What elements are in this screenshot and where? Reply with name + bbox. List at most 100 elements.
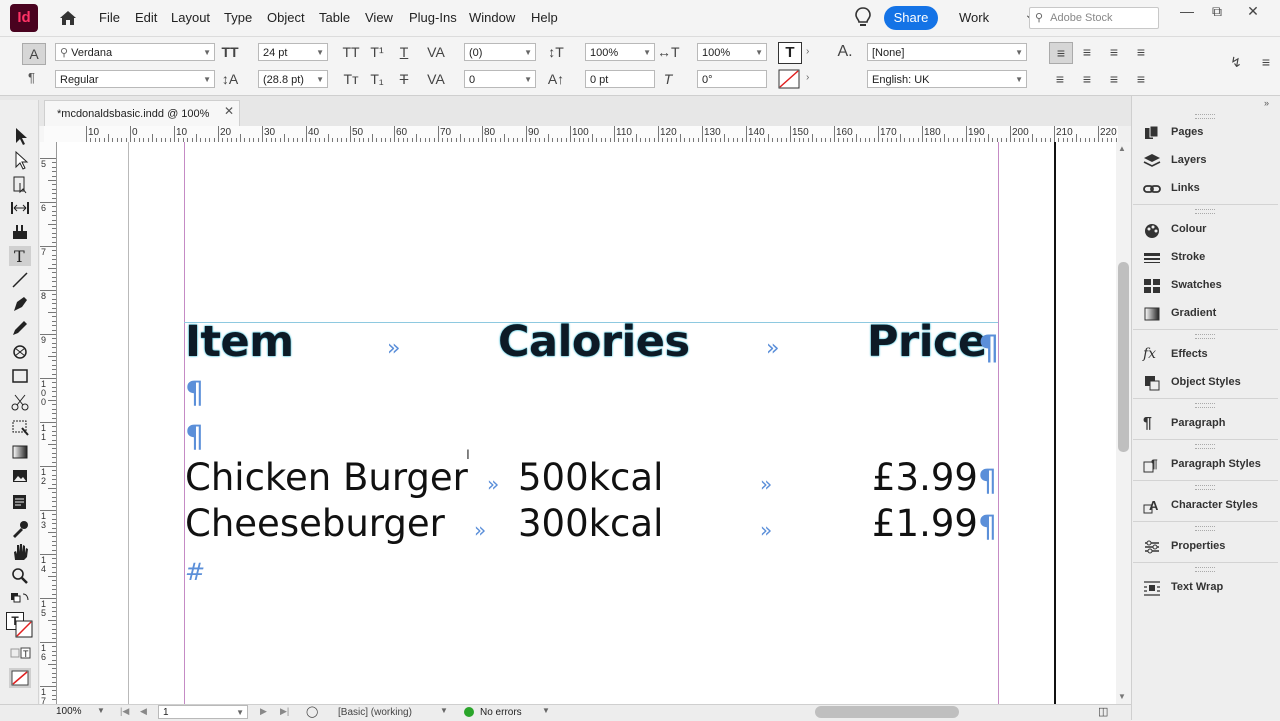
menu-file[interactable]: File (99, 10, 120, 25)
preflight-status[interactable]: No errors (480, 707, 522, 718)
chevron-down-icon[interactable]: ▼ (542, 706, 550, 715)
menu-edit[interactable]: Edit (135, 10, 157, 25)
line-tool-icon[interactable] (9, 270, 31, 290)
small-caps-button[interactable]: Tт (340, 69, 362, 89)
justify-left-button[interactable]: ≡ (1049, 69, 1071, 89)
panel-links[interactable]: Links (1143, 178, 1273, 200)
restore-button[interactable]: ⧉ (1202, 2, 1232, 22)
scroll-down-arrow-icon[interactable]: ▼ (1118, 692, 1126, 701)
chevron-down-icon[interactable]: ▼ (643, 44, 651, 62)
font-family-field[interactable]: ⚲ Verdana ▼ (55, 43, 215, 61)
panel-gradient[interactable]: Gradient (1143, 303, 1273, 325)
selection-tool-icon[interactable] (9, 126, 31, 146)
chevron-right-icon[interactable]: › (806, 72, 809, 83)
eyedropper-tool-icon[interactable] (9, 518, 31, 538)
chevron-down-icon[interactable]: ▼ (316, 71, 324, 89)
chevron-down-icon[interactable]: ▼ (524, 44, 532, 62)
horizontal-scale-field[interactable]: 100% ▼ (697, 43, 767, 61)
strikethrough-button[interactable]: T (393, 69, 415, 89)
document-tab[interactable]: *mcdonaldsbasic.indd @ 100% (44, 100, 240, 126)
horizontal-scroll-thumb[interactable] (815, 706, 959, 718)
chevron-down-icon[interactable]: ▼ (316, 44, 324, 62)
content-collector-icon[interactable] (9, 222, 31, 242)
panel-paragraph-styles[interactable]: ¶ Paragraph Styles (1143, 454, 1273, 476)
zoom-tool-icon[interactable] (9, 566, 31, 586)
chevron-down-icon[interactable]: ▼ (97, 706, 105, 715)
panel-group-grip[interactable] (1195, 334, 1215, 339)
gradient-swatch-tool-icon[interactable] (9, 442, 31, 462)
default-fill-stroke-icon[interactable] (9, 590, 31, 610)
chevron-down-icon[interactable]: ▼ (440, 706, 448, 715)
row-1-price[interactable]: £3.99 (872, 458, 978, 498)
underline-button[interactable]: T (393, 42, 415, 62)
page-number-field[interactable]: 1 ▼ (158, 705, 248, 719)
vertical-ruler[interactable]: 567891 0 01 11 21 31 41 51 61 7 (40, 142, 57, 704)
row-2-item[interactable]: Cheeseburger (185, 504, 445, 544)
character-style-field[interactable]: [None] ▼ (867, 43, 1027, 61)
baseline-shift-field[interactable]: 0 pt (585, 70, 655, 88)
minimize-button[interactable]: — (1172, 2, 1202, 22)
page-tool-icon[interactable] (9, 174, 31, 194)
menu-object[interactable]: Object (267, 10, 305, 25)
zoom-level[interactable]: 100% (56, 706, 82, 717)
panel-menu-icon[interactable]: ≡ (1255, 52, 1277, 72)
paragraph-formatting-toggle[interactable]: ¶ (28, 70, 35, 85)
all-caps-button[interactable]: TT (340, 42, 362, 62)
chevron-down-icon[interactable]: ▼ (236, 706, 244, 719)
vertical-scroll-thumb[interactable] (1118, 262, 1129, 452)
row-1-calories[interactable]: 500kcal (518, 458, 663, 498)
font-style-field[interactable]: Regular ▼ (55, 70, 215, 88)
panel-group-grip[interactable] (1195, 114, 1215, 119)
align-left-button[interactable]: ≡ (1049, 42, 1073, 64)
panel-swatches[interactable]: Swatches (1143, 275, 1273, 297)
menu-view[interactable]: View (365, 10, 393, 25)
panel-paragraph[interactable]: ¶ Paragraph (1143, 413, 1273, 435)
panel-group-grip[interactable] (1195, 209, 1215, 214)
scissors-tool-icon[interactable] (9, 392, 31, 412)
collapse-panels-icon[interactable]: » (1264, 98, 1269, 108)
adobe-stock-search[interactable]: ⚲ Adobe Stock (1029, 7, 1159, 29)
horizontal-ruler[interactable]: 1001020304050607080901001101201301401501… (44, 126, 1118, 143)
first-page-icon[interactable]: |◀ (120, 706, 129, 717)
panel-group-grip[interactable] (1195, 526, 1215, 531)
image-tool-icon[interactable] (9, 466, 31, 486)
fill-stroke-swatches[interactable]: T (6, 612, 34, 638)
pen-tool-icon[interactable] (9, 294, 31, 314)
chevron-down-icon[interactable]: ▼ (1015, 44, 1023, 62)
menu-help[interactable]: Help (531, 10, 558, 25)
row-2-calories[interactable]: 300kcal (518, 504, 663, 544)
split-window-icon[interactable]: ◫ (1098, 705, 1108, 718)
panel-group-grip[interactable] (1195, 403, 1215, 408)
kerning-field[interactable]: (0) ▼ (464, 43, 536, 61)
header-price[interactable]: Price (867, 321, 987, 364)
chevron-down-icon[interactable]: ▼ (203, 44, 211, 62)
panel-object-styles[interactable]: Object Styles (1143, 372, 1273, 394)
pencil-tool-icon[interactable] (9, 318, 31, 338)
panel-properties[interactable]: Properties (1143, 536, 1273, 558)
chevron-down-icon[interactable]: ▼ (1015, 71, 1023, 89)
text-stroke-swatch[interactable] (778, 69, 800, 89)
free-transform-tool-icon[interactable] (9, 416, 31, 436)
header-calories[interactable]: Calories (498, 321, 690, 364)
close-window-button[interactable]: ✕ (1238, 2, 1268, 22)
superscript-button[interactable]: T¹ (366, 42, 388, 62)
panel-colour[interactable]: Colour (1143, 219, 1273, 241)
direct-selection-tool-icon[interactable] (9, 150, 31, 170)
justify-right-button[interactable]: ≡ (1103, 69, 1125, 89)
panel-layers[interactable]: Layers (1143, 150, 1273, 172)
justify-all-button[interactable]: ≡ (1130, 69, 1152, 89)
menu-type[interactable]: Type (224, 10, 252, 25)
formatting-affects-text-icon[interactable]: T (9, 644, 31, 664)
menu-window[interactable]: Window (469, 10, 515, 25)
apply-none-icon[interactable] (9, 668, 31, 688)
vertical-scale-field[interactable]: 100% ▼ (585, 43, 655, 61)
note-tool-icon[interactable] (9, 492, 31, 512)
align-right-button[interactable]: ≡ (1103, 42, 1125, 62)
panel-text-wrap[interactable]: Text Wrap (1143, 577, 1273, 599)
panel-stroke[interactable]: Stroke (1143, 247, 1273, 269)
scroll-up-arrow-icon[interactable]: ▲ (1118, 144, 1126, 153)
gap-tool-icon[interactable] (9, 198, 31, 218)
lightbulb-icon[interactable] (853, 6, 873, 30)
close-tab-icon[interactable]: ✕ (224, 104, 234, 118)
language-field[interactable]: English: UK ▼ (867, 70, 1027, 88)
